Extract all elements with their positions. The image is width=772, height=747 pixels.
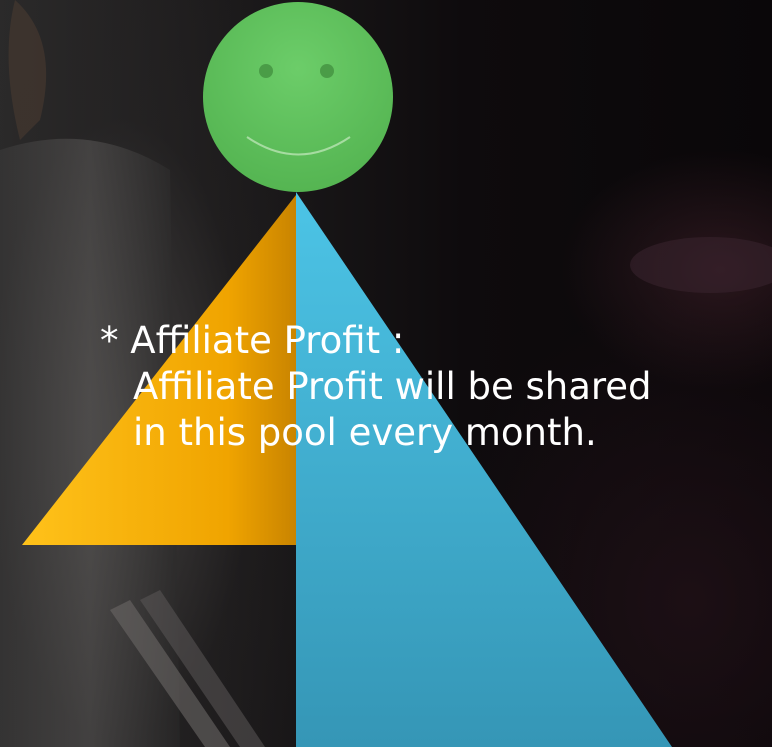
- right-triangle: [296, 192, 672, 747]
- caption-heading: * Affiliate Profit :: [100, 319, 405, 362]
- affiliate-profit-caption: * Affiliate Profit : Affiliate Profit wi…: [100, 318, 760, 456]
- caption-line-3: in this pool every month.: [133, 411, 597, 454]
- right-eye: [320, 64, 334, 78]
- slide: * Affiliate Profit : Affiliate Profit wi…: [0, 0, 772, 747]
- left-eye: [259, 64, 273, 78]
- face-circle: [203, 2, 393, 192]
- smiley-face-icon: [203, 2, 393, 192]
- caption-line-2: Affiliate Profit will be shared: [133, 365, 652, 408]
